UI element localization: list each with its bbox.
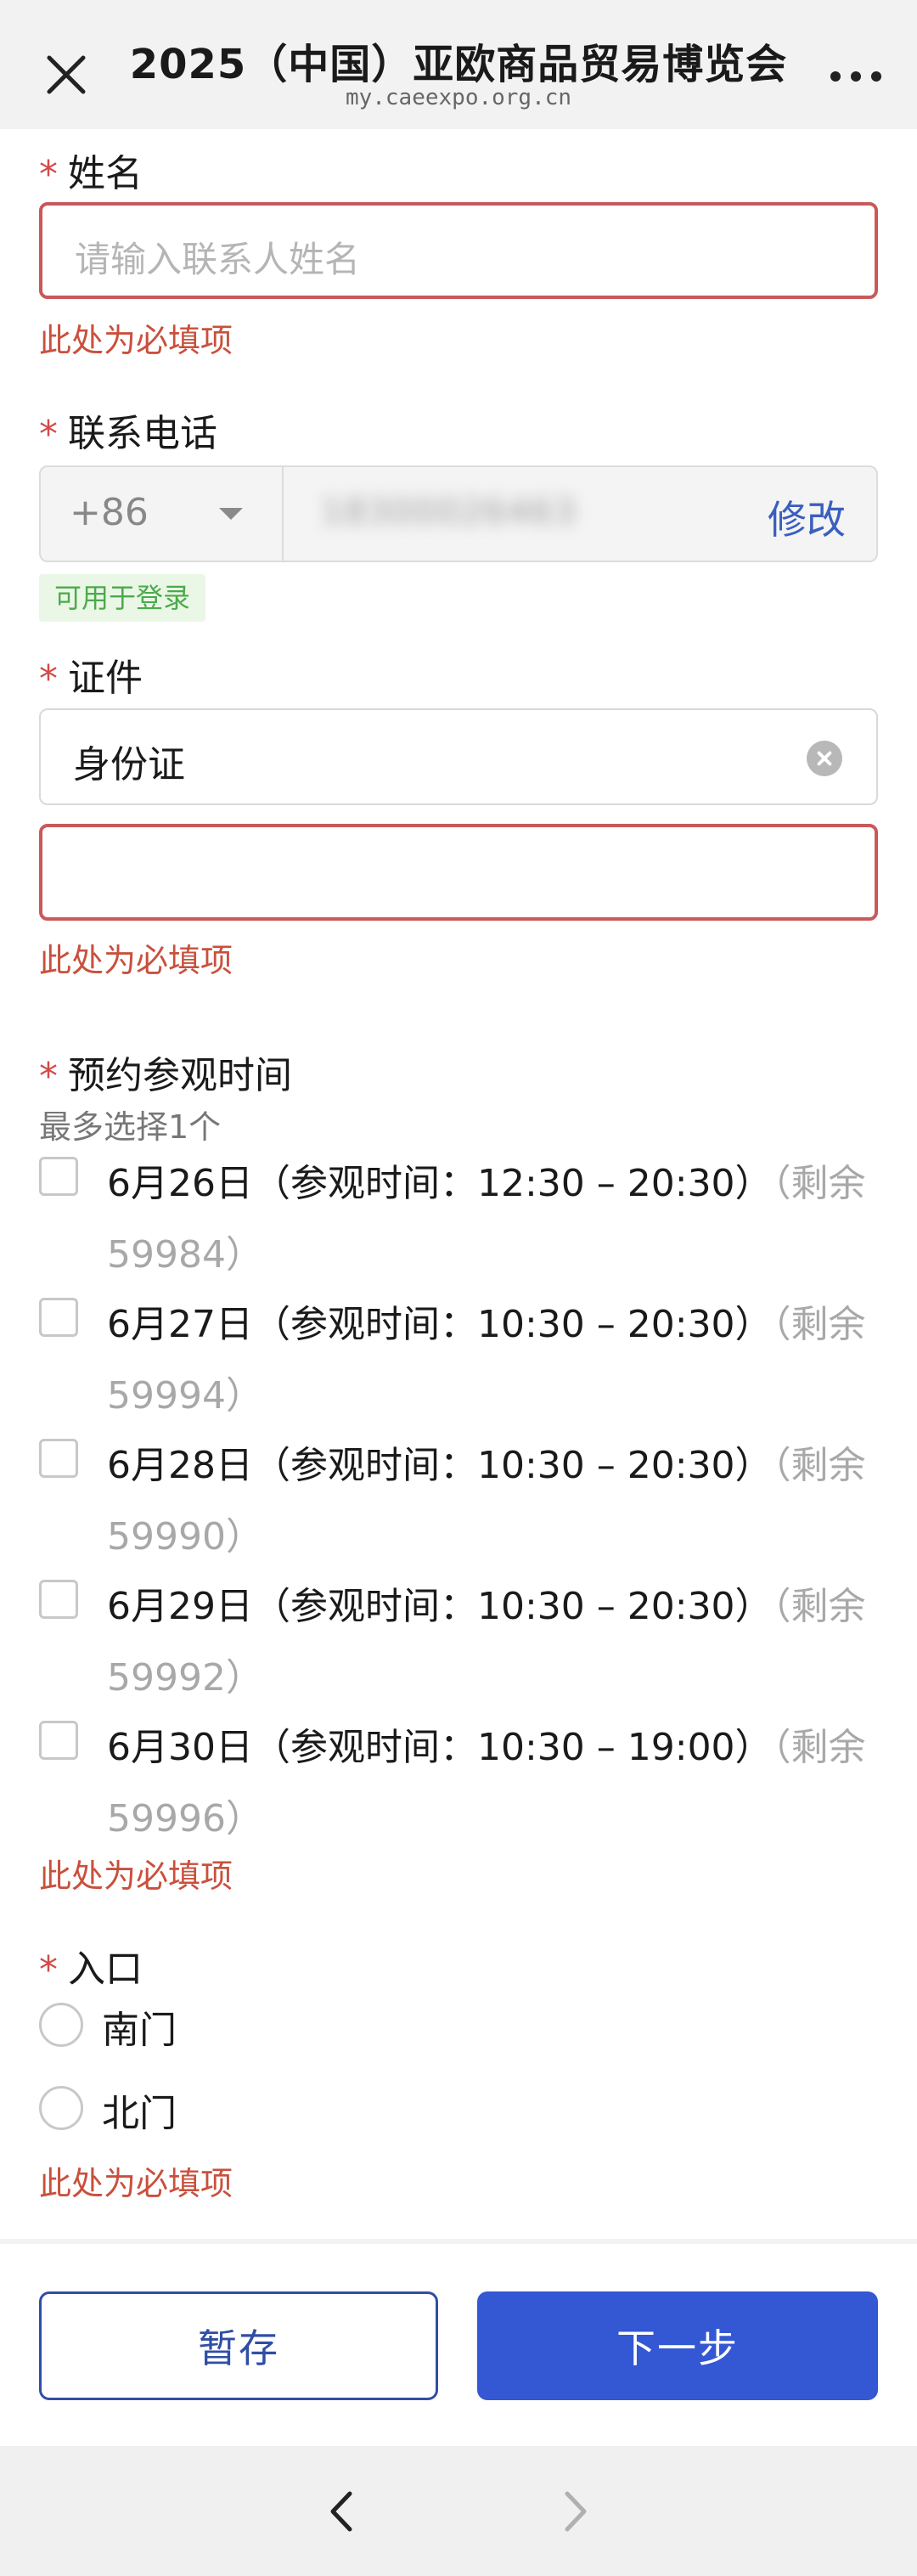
- name-label: * 姓名: [39, 143, 143, 197]
- next-step-button[interactable]: 下一步: [477, 2291, 878, 2400]
- visit-option-text: 6月30日（参观时间：10:30 – 19:00）（剩余 59996）: [107, 1712, 880, 1855]
- visit-option-text: 6月28日（参观时间：10:30 – 20:30）（剩余 59990）: [107, 1430, 880, 1573]
- checkbox[interactable]: [39, 1721, 78, 1760]
- visit-time-error: 此处为必填项: [39, 1857, 233, 1895]
- checkbox[interactable]: [39, 1298, 78, 1337]
- id-error: 此处为必填项: [39, 942, 233, 979]
- clear-icon[interactable]: [807, 741, 842, 776]
- id-type-value: 身份证: [73, 743, 185, 786]
- visit-option-date: 6月29日（参观时间：10:30 – 20:30）: [107, 1585, 773, 1628]
- radio[interactable]: [39, 2003, 83, 2047]
- save-draft-button[interactable]: 暂存: [39, 2291, 438, 2400]
- visit-time-label-text: 预约参观时间: [68, 1054, 292, 1097]
- name-placeholder: 请输入联系人姓名: [75, 239, 361, 280]
- phone-label: * 联系电话: [39, 403, 217, 457]
- visit-option-text: 6月26日（参观时间：12:30 – 20:30）（剩余 59984）: [107, 1148, 880, 1291]
- id-label: * 证件: [39, 647, 143, 702]
- radio[interactable]: [39, 2086, 83, 2130]
- entrance-option-label: 南门: [102, 2009, 177, 2052]
- visit-option-date: 6月27日（参观时间：10:30 – 20:30）: [107, 1303, 773, 1346]
- visit-time-label: * 预约参观时间: [39, 1045, 292, 1099]
- id-label-text: 证件: [68, 657, 143, 700]
- phone-label-text: 联系电话: [68, 412, 217, 455]
- required-mark: *: [39, 657, 58, 701]
- required-mark: *: [39, 413, 58, 456]
- checkbox[interactable]: [39, 1439, 78, 1478]
- login-badge: 可用于登录: [39, 574, 206, 622]
- visit-option-text: 6月27日（参观时间：10:30 – 20:30）（剩余 59994）: [107, 1289, 880, 1432]
- chevron-right-icon[interactable]: [564, 2490, 589, 2533]
- visit-option-date: 6月28日（参观时间：10:30 – 20:30）: [107, 1444, 773, 1487]
- visit-time-hint: 最多选择1个: [39, 1108, 222, 1146]
- chevron-down-icon: [219, 508, 243, 520]
- country-code-select[interactable]: +86: [41, 467, 284, 561]
- required-mark: *: [39, 153, 58, 196]
- phone-field: +86 18300026463 修改: [39, 465, 878, 562]
- entrance-option-label: 北门: [102, 2092, 177, 2135]
- country-code: +86: [70, 491, 149, 534]
- id-type-select[interactable]: 身份证: [39, 708, 878, 805]
- entrance-label-text: 入口: [68, 1948, 143, 1991]
- name-error: 此处为必填项: [39, 322, 233, 359]
- divider: [0, 2239, 917, 2244]
- entrance-label: * 入口: [39, 1938, 143, 1993]
- id-number-input[interactable]: [39, 824, 878, 921]
- browser-nav-bar: [0, 2446, 917, 2576]
- chevron-left-icon[interactable]: [328, 2490, 353, 2533]
- page-title: 2025（中国）亚欧商品贸易博览会: [129, 41, 788, 88]
- top-bar: 2025（中国）亚欧商品贸易博览会 my.caeexpo.org.cn: [0, 0, 917, 129]
- phone-number: 18300026463: [321, 493, 577, 532]
- required-mark: *: [39, 1948, 58, 1992]
- visit-option-text: 6月29日（参观时间：10:30 – 20:30）（剩余 59992）: [107, 1571, 880, 1714]
- name-input[interactable]: 请输入联系人姓名: [39, 202, 878, 299]
- checkbox[interactable]: [39, 1157, 78, 1196]
- visit-option-date: 6月30日（参观时间：10:30 – 19:00）: [107, 1726, 773, 1769]
- visit-option-date: 6月26日（参观时间：12:30 – 20:30）: [107, 1162, 773, 1205]
- entrance-error: 此处为必填项: [39, 2165, 233, 2202]
- page-domain: my.caeexpo.org.cn: [345, 85, 572, 110]
- name-label-text: 姓名: [68, 152, 143, 195]
- checkbox[interactable]: [39, 1580, 78, 1619]
- required-mark: *: [39, 1055, 58, 1098]
- modify-phone-button[interactable]: 修改: [768, 489, 846, 545]
- more-icon[interactable]: [830, 70, 881, 83]
